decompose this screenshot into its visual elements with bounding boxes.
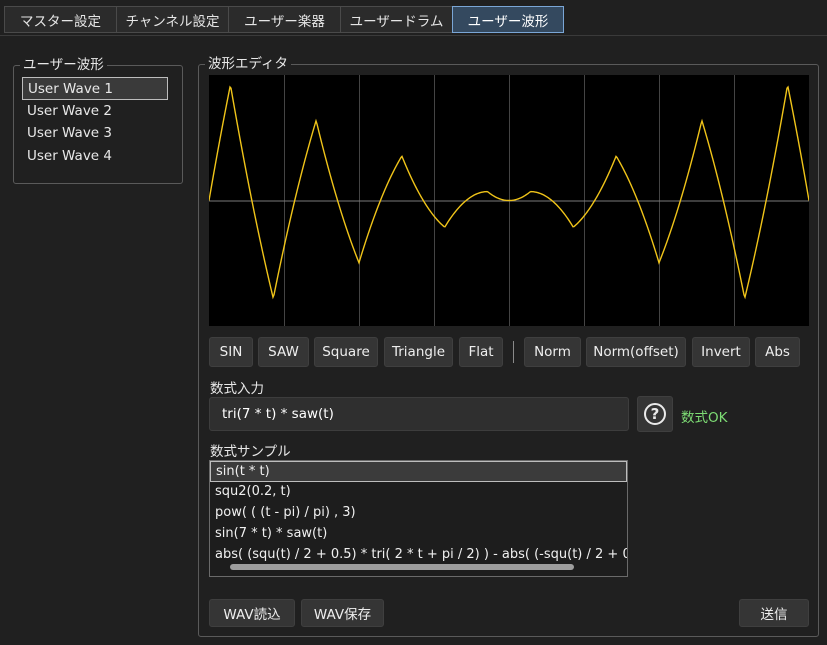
formula-input[interactable]: tri(7 * t) * saw(t) <box>209 397 629 431</box>
norm-offset-button[interactable]: Norm(offset) <box>586 337 686 367</box>
sample-item[interactable]: squ2(0.2, t) <box>210 482 627 503</box>
sample-item[interactable]: pow( ( (t - pi) / pi) , 3) <box>210 503 627 524</box>
norm-button[interactable]: Norm <box>524 337 581 367</box>
wav-save-button[interactable]: WAV保存 <box>301 599 384 627</box>
wav-load-button[interactable]: WAV読込 <box>209 599 295 627</box>
question-icon: ? <box>644 403 666 425</box>
triangle-button[interactable]: Triangle <box>384 337 453 367</box>
sin-button[interactable]: SIN <box>209 337 253 367</box>
user-wave-group-title: ユーザー波形 <box>20 57 107 73</box>
user-wave-group: ユーザー波形 User Wave 1 User Wave 2 User Wave… <box>13 57 183 184</box>
wave-list-item[interactable]: User Wave 3 <box>22 122 168 145</box>
sample-item[interactable]: sin(7 * t) * saw(t) <box>210 524 627 545</box>
send-button[interactable]: 送信 <box>739 599 809 627</box>
tab-channel[interactable]: チャンネル設定 <box>116 6 228 33</box>
help-button[interactable]: ? <box>637 396 673 432</box>
tab-user-wave[interactable]: ユーザー波形 <box>452 6 564 33</box>
waveform-canvas[interactable] <box>208 75 810 326</box>
formula-status: 数式OK <box>681 410 728 426</box>
horizontal-scrollbar[interactable] <box>230 564 574 570</box>
wave-list-item[interactable]: User Wave 2 <box>22 100 168 123</box>
tab-bar: マスター設定 チャンネル設定 ユーザー楽器 ユーザードラム ユーザー波形 <box>4 6 564 35</box>
waveform-editor-title: 波形エディタ <box>205 56 292 72</box>
square-button[interactable]: Square <box>314 337 378 367</box>
invert-button[interactable]: Invert <box>692 337 750 367</box>
sample-item[interactable]: sin(t * t) <box>210 461 627 482</box>
saw-button[interactable]: SAW <box>258 337 309 367</box>
formula-sample-list[interactable]: sin(t * t) squ2(0.2, t) pow( ( (t - pi) … <box>209 460 628 577</box>
button-separator <box>513 341 514 363</box>
samples-label: 数式サンプル <box>210 444 291 460</box>
abs-button[interactable]: Abs <box>755 337 800 367</box>
flat-button[interactable]: Flat <box>459 337 503 367</box>
sample-item[interactable]: abs( (squ(t) / 2 + 0.5) * tri( 2 * t + p… <box>210 545 627 566</box>
user-wave-list: User Wave 1 User Wave 2 User Wave 3 User… <box>22 77 168 167</box>
tab-divider <box>0 35 827 36</box>
tab-user-drum[interactable]: ユーザードラム <box>340 6 452 33</box>
wave-list-item[interactable]: User Wave 1 <box>22 77 168 100</box>
waveform-plot[interactable] <box>208 75 810 326</box>
tab-user-instrument[interactable]: ユーザー楽器 <box>228 6 340 33</box>
formula-label: 数式入力 <box>210 381 264 397</box>
tab-master[interactable]: マスター設定 <box>4 6 116 33</box>
wave-list-item[interactable]: User Wave 4 <box>22 145 168 168</box>
